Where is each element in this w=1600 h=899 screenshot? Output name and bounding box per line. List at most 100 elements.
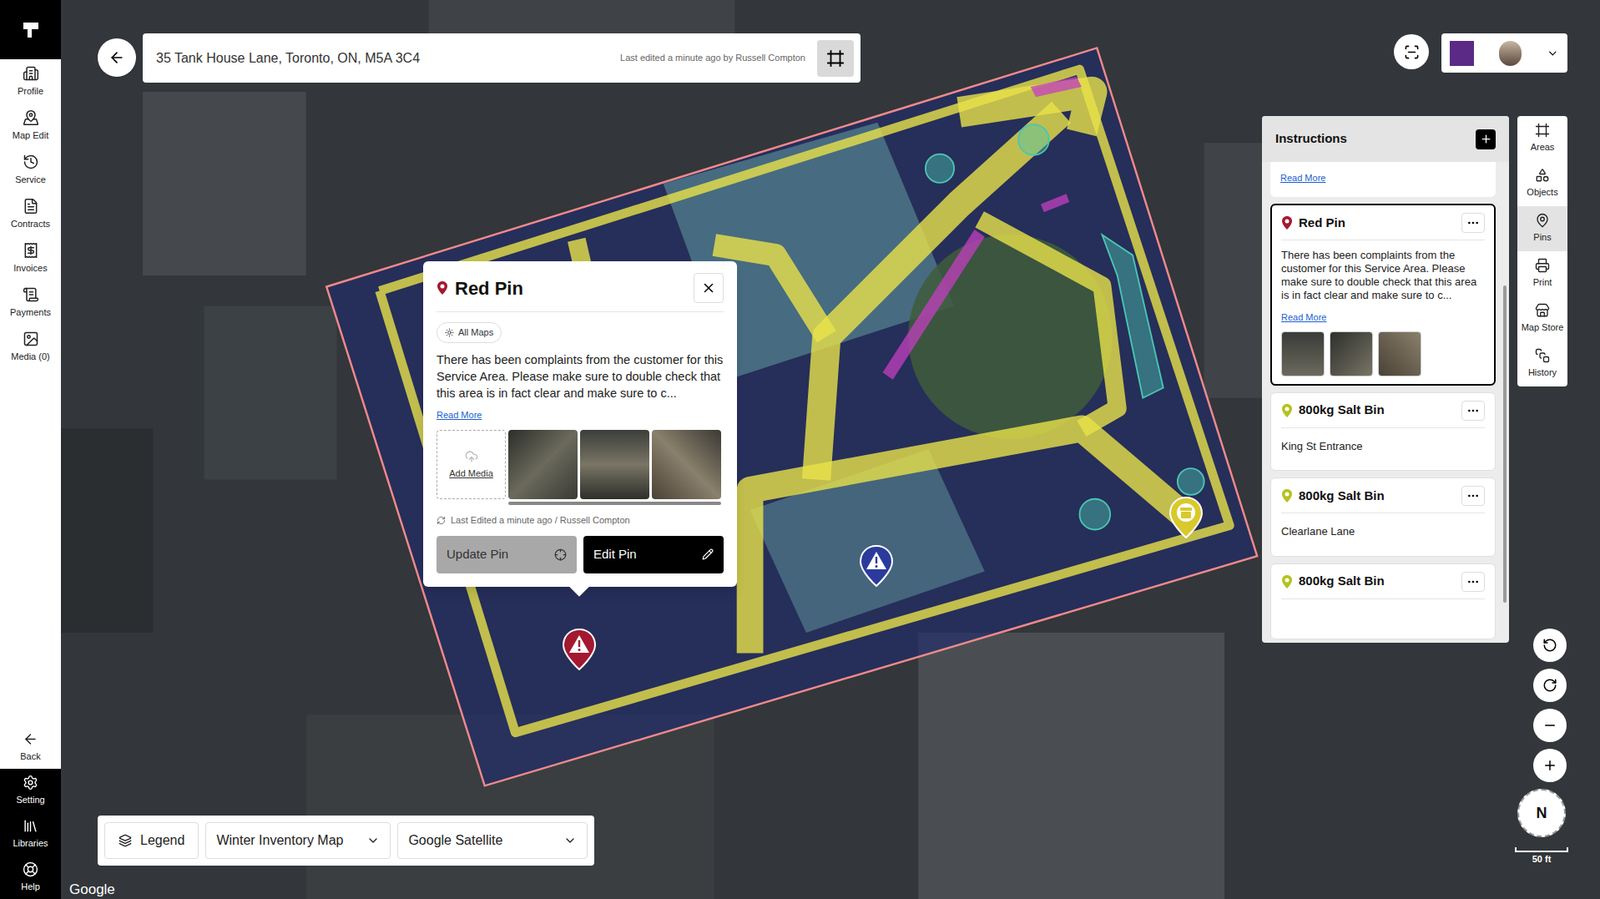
media-photo[interactable] — [651, 429, 722, 500]
upload-icon — [464, 449, 479, 464]
plus-icon — [1542, 757, 1558, 773]
toolbar-item-icon — [1534, 302, 1550, 318]
panel-scrollbar[interactable] — [1503, 285, 1507, 603]
sidebar-footer-item[interactable]: Back — [0, 725, 61, 769]
zoom-in-button[interactable] — [1533, 748, 1567, 783]
sidebar-footer-item[interactable]: Help — [0, 855, 61, 899]
card-subtitle — [1281, 609, 1485, 623]
popup-body: There has been complaints from the custo… — [436, 351, 724, 402]
toolbar-item-icon — [1534, 122, 1550, 138]
media-scrollbar[interactable] — [508, 501, 722, 505]
layers-icon — [118, 833, 132, 848]
ellipsis-icon — [1466, 575, 1480, 589]
minus-icon — [1542, 717, 1558, 733]
back-button[interactable] — [97, 38, 137, 77]
sidebar-item[interactable]: Map Edit — [0, 103, 61, 148]
sidebar-footer-item[interactable]: Libraries — [0, 812, 61, 856]
ellipsis-icon — [1466, 403, 1480, 418]
sidebar-item[interactable]: Profile — [0, 59, 61, 104]
add-media-button[interactable]: Add Media — [436, 429, 506, 500]
map-select[interactable]: Winter Inventory Map — [205, 822, 391, 859]
instruction-card[interactable]: 800kg Salt Bin King St Entrance — [1270, 392, 1496, 472]
legend-button[interactable]: Legend — [104, 822, 199, 859]
card-menu-button[interactable] — [1461, 212, 1485, 233]
pin-popup: Red PinAll MapsThere has been complaints… — [423, 261, 737, 587]
pin-icon — [1281, 488, 1293, 504]
toolbar-item[interactable]: Areas — [1517, 116, 1568, 162]
app-logo[interactable] — [0, 0, 61, 60]
ellipsis-icon — [1466, 216, 1480, 230]
warning-pin-icon[interactable] — [858, 544, 895, 588]
card-menu-button[interactable] — [1461, 485, 1485, 506]
add-instruction-button[interactable] — [1475, 129, 1496, 150]
avatar — [1499, 40, 1522, 66]
card-title: Red Pin — [1298, 213, 1346, 233]
toolbar-item[interactable]: Objects — [1517, 161, 1568, 207]
close-icon — [701, 280, 717, 296]
update-pin-button[interactable]: Update Pin — [436, 535, 577, 574]
card-title: 800kg Salt Bin — [1298, 400, 1385, 420]
rotate-right-button[interactable] — [1533, 668, 1567, 702]
zoom-out-button[interactable] — [1533, 708, 1567, 742]
area-bounds-button[interactable] — [817, 40, 854, 77]
instruction-card[interactable]: Read More — [1270, 161, 1496, 197]
toolbar-item[interactable]: History — [1517, 341, 1568, 387]
chevron-down-icon — [1546, 46, 1560, 61]
sidebar-item[interactable]: Media (0) — [0, 324, 61, 369]
toolbar-item-icon — [1534, 212, 1550, 228]
read-more-link[interactable]: Read More — [436, 408, 724, 423]
card-photo[interactable] — [1377, 331, 1422, 377]
salt-bin-pin-icon[interactable] — [1167, 495, 1205, 540]
account-menu[interactable] — [1441, 33, 1568, 73]
sidebar-footer-item[interactable]: Setting — [0, 768, 61, 813]
card-subtitle: King St Entrance — [1281, 438, 1485, 455]
layer-select[interactable]: Google Satellite — [397, 822, 588, 859]
pin-icon — [436, 280, 449, 296]
media-photo[interactable] — [508, 429, 578, 500]
address-bar: 35 Tank House Lane, Toronto, ON, M5A 3C4… — [142, 33, 861, 83]
card-menu-button[interactable] — [1461, 400, 1485, 421]
address-text[interactable]: 35 Tank House Lane, Toronto, ON, M5A 3C4 — [156, 48, 609, 69]
sidebar: ProfileMap EditServiceContractsInvoicesP… — [0, 0, 61, 899]
map-pin[interactable] — [560, 627, 598, 672]
card-menu-button[interactable] — [1461, 571, 1485, 592]
instructions-title: Instructions — [1275, 129, 1348, 149]
toolbar-item[interactable]: Pins — [1517, 206, 1568, 252]
chevron-down-icon — [563, 833, 577, 848]
back-arrow-icon — [108, 49, 126, 66]
toolbar-item[interactable]: Map Store — [1517, 296, 1568, 342]
sidebar-item[interactable]: Invoices — [0, 236, 61, 281]
compass[interactable]: N — [1517, 788, 1566, 838]
pin-icon — [1281, 215, 1293, 231]
read-more-link[interactable]: Read More — [1281, 310, 1485, 325]
rotate-right-icon — [1542, 677, 1558, 693]
instruction-card[interactable]: 800kg Salt Bin — [1270, 563, 1496, 640]
logo-icon — [21, 20, 41, 40]
sidebar-footer-icon — [22, 817, 39, 834]
map-tag[interactable]: All Maps — [436, 322, 502, 344]
sidebar-item[interactable]: Payments — [0, 280, 61, 325]
close-button[interactable] — [693, 272, 724, 303]
map-pin[interactable] — [1167, 495, 1205, 540]
map-attribution: Google — [69, 878, 116, 899]
toolbar-item[interactable]: Print — [1517, 251, 1568, 297]
pin-icon — [1281, 574, 1293, 590]
media-photo[interactable] — [580, 429, 650, 500]
warning-pin-icon[interactable] — [560, 627, 598, 672]
scale-bar: 50 ft — [1514, 847, 1569, 867]
card-title: 800kg Salt Bin — [1298, 486, 1385, 506]
instruction-card[interactable]: Red PinThere has been complaints from th… — [1270, 203, 1496, 386]
map-area: 35 Tank House Lane, Toronto, ON, M5A 3C4… — [60, 0, 1600, 899]
capture-button[interactable] — [1393, 34, 1429, 70]
card-photo[interactable] — [1281, 331, 1325, 377]
card-photo[interactable] — [1329, 331, 1373, 377]
edit-pin-button[interactable]: Edit Pin — [583, 535, 724, 574]
map-pin[interactable] — [858, 544, 895, 588]
read-more-link[interactable]: Read More — [1280, 172, 1326, 183]
rotate-left-button[interactable] — [1533, 628, 1567, 662]
instruction-card[interactable]: 800kg Salt BinClearlane Lane — [1270, 477, 1496, 557]
sidebar-item-icon — [22, 242, 40, 259]
company-logo — [1449, 40, 1474, 66]
sidebar-item[interactable]: Contracts — [0, 191, 61, 237]
sidebar-item[interactable]: Service — [0, 147, 61, 192]
